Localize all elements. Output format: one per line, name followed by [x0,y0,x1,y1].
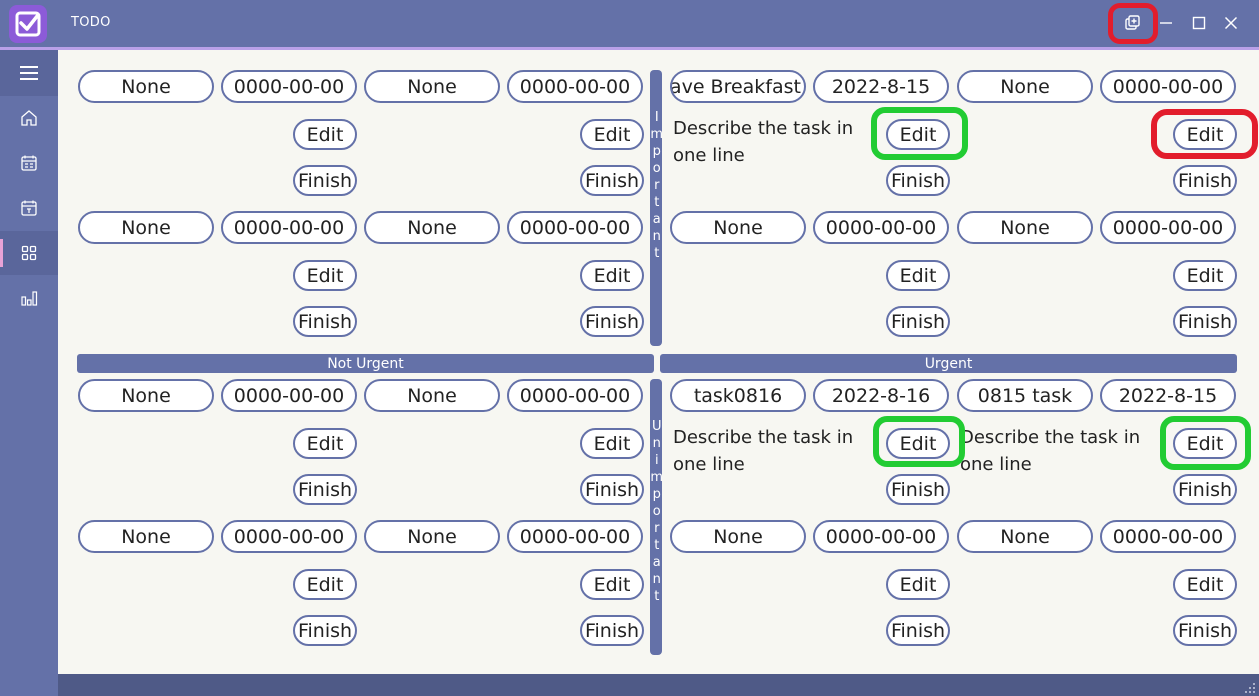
finish-button[interactable]: Finish [580,615,644,646]
task-name-pill[interactable]: 0815 task [957,379,1093,412]
edit-button[interactable]: Edit [293,428,357,459]
task-name-pill[interactable]: Have Breakfast [670,70,806,103]
finish-button[interactable]: Finish [293,306,357,337]
highlight-ring [871,107,968,160]
title-bar: TODO [0,0,1259,50]
task-name-pill[interactable]: None [78,70,214,103]
status-bar [58,674,1259,696]
window-title: TODO [71,15,111,30]
finish-button[interactable]: Finish [1173,306,1237,337]
task-date-pill[interactable]: 0000-00-00 [813,520,949,553]
edit-button[interactable]: Edit [886,260,950,291]
sidebar [0,50,58,696]
task-name-pill[interactable]: None [364,211,500,244]
close-icon[interactable] [1218,10,1244,36]
edit-button[interactable]: Edit [293,569,357,600]
finish-button[interactable]: Finish [1173,165,1237,196]
finish-button[interactable]: Finish [886,615,950,646]
edit-button[interactable]: Edit [886,569,950,600]
axis-urgent-label: Urgent [924,355,973,372]
highlight-ring [1108,3,1158,44]
highlight-ring [1160,416,1251,470]
finish-button[interactable]: Finish [580,474,644,505]
edit-button[interactable]: Edit [580,119,644,150]
quadrant-icon[interactable] [0,231,58,275]
not-urgent-axis: Not Urgent [77,354,654,373]
bar-chart-icon[interactable] [0,276,58,320]
highlight-ring [873,416,965,467]
calendar-list-icon[interactable] [0,141,58,185]
finish-button[interactable]: Finish [886,306,950,337]
finish-button[interactable]: Finish [1173,474,1237,505]
maximize-icon[interactable] [1186,10,1212,36]
task-date-pill[interactable]: 0000-00-00 [1100,211,1236,244]
task-date-pill[interactable]: 0000-00-00 [507,379,643,412]
urgent-axis: Urgent [660,354,1237,373]
task-description: Describe the task in one line [673,118,854,166]
task-date-pill[interactable]: 0000-00-00 [1100,520,1236,553]
app-logo-icon [9,5,47,43]
task-date-pill[interactable]: 2022-8-15 [813,70,949,103]
task-description: Describe the task in one line [673,427,854,475]
edit-button[interactable]: Edit [580,569,644,600]
finish-button[interactable]: Finish [293,165,357,196]
quadrant-board: Important Unimportant Not Urgent Urgent … [58,50,1259,674]
task-name-pill[interactable]: None [78,520,214,553]
task-date-pill[interactable]: 2022-8-16 [813,379,949,412]
task-date-pill[interactable]: 0000-00-00 [507,70,643,103]
edit-button[interactable]: Edit [580,428,644,459]
finish-button[interactable]: Finish [293,474,357,505]
edit-button[interactable]: Edit [293,119,357,150]
task-name-pill[interactable]: None [364,520,500,553]
home-icon[interactable] [0,96,58,140]
edit-button[interactable]: Edit [293,260,357,291]
finish-button[interactable]: Finish [580,306,644,337]
task-name-pill[interactable]: None [957,211,1093,244]
axis-not-urgent-label: Not Urgent [327,355,404,372]
important-axis: Important [649,70,664,346]
axis-unimportant-label: Unimportant [649,419,665,606]
task-date-pill[interactable]: 0000-00-00 [221,379,357,412]
task-date-pill[interactable]: 0000-00-00 [221,211,357,244]
menu-icon[interactable] [0,50,58,96]
task-date-pill[interactable]: 0000-00-00 [221,520,357,553]
task-name-pill[interactable]: None [670,211,806,244]
calendar-day-icon[interactable] [0,186,58,230]
task-date-pill[interactable]: 0000-00-00 [507,211,643,244]
task-description: Describe the task in one line [960,427,1141,475]
task-date-pill[interactable]: 0000-00-00 [221,70,357,103]
highlight-ring [1151,109,1258,159]
task-name-pill[interactable]: None [957,70,1093,103]
task-name-pill[interactable]: None [957,520,1093,553]
edit-button[interactable]: Edit [580,260,644,291]
resize-grip-icon[interactable] [1244,682,1256,694]
task-name-pill[interactable]: None [364,70,500,103]
edit-button[interactable]: Edit [1173,260,1237,291]
finish-button[interactable]: Finish [886,474,950,505]
task-name-pill[interactable]: None [670,520,806,553]
unimportant-axis: Unimportant [649,379,664,655]
axis-important-label: Important [649,110,665,263]
task-name-pill[interactable]: None [78,211,214,244]
finish-button[interactable]: Finish [1173,615,1237,646]
finish-button[interactable]: Finish [886,165,950,196]
task-name-pill[interactable]: None [78,379,214,412]
finish-button[interactable]: Finish [293,615,357,646]
task-name-pill[interactable]: task0816 [670,379,806,412]
task-date-pill[interactable]: 0000-00-00 [507,520,643,553]
finish-button[interactable]: Finish [580,165,644,196]
task-date-pill[interactable]: 0000-00-00 [813,211,949,244]
task-date-pill[interactable]: 2022-8-15 [1100,379,1236,412]
task-date-pill[interactable]: 0000-00-00 [1100,70,1236,103]
selected-indicator [0,239,3,267]
edit-button[interactable]: Edit [1173,569,1237,600]
task-name-pill[interactable]: None [364,379,500,412]
